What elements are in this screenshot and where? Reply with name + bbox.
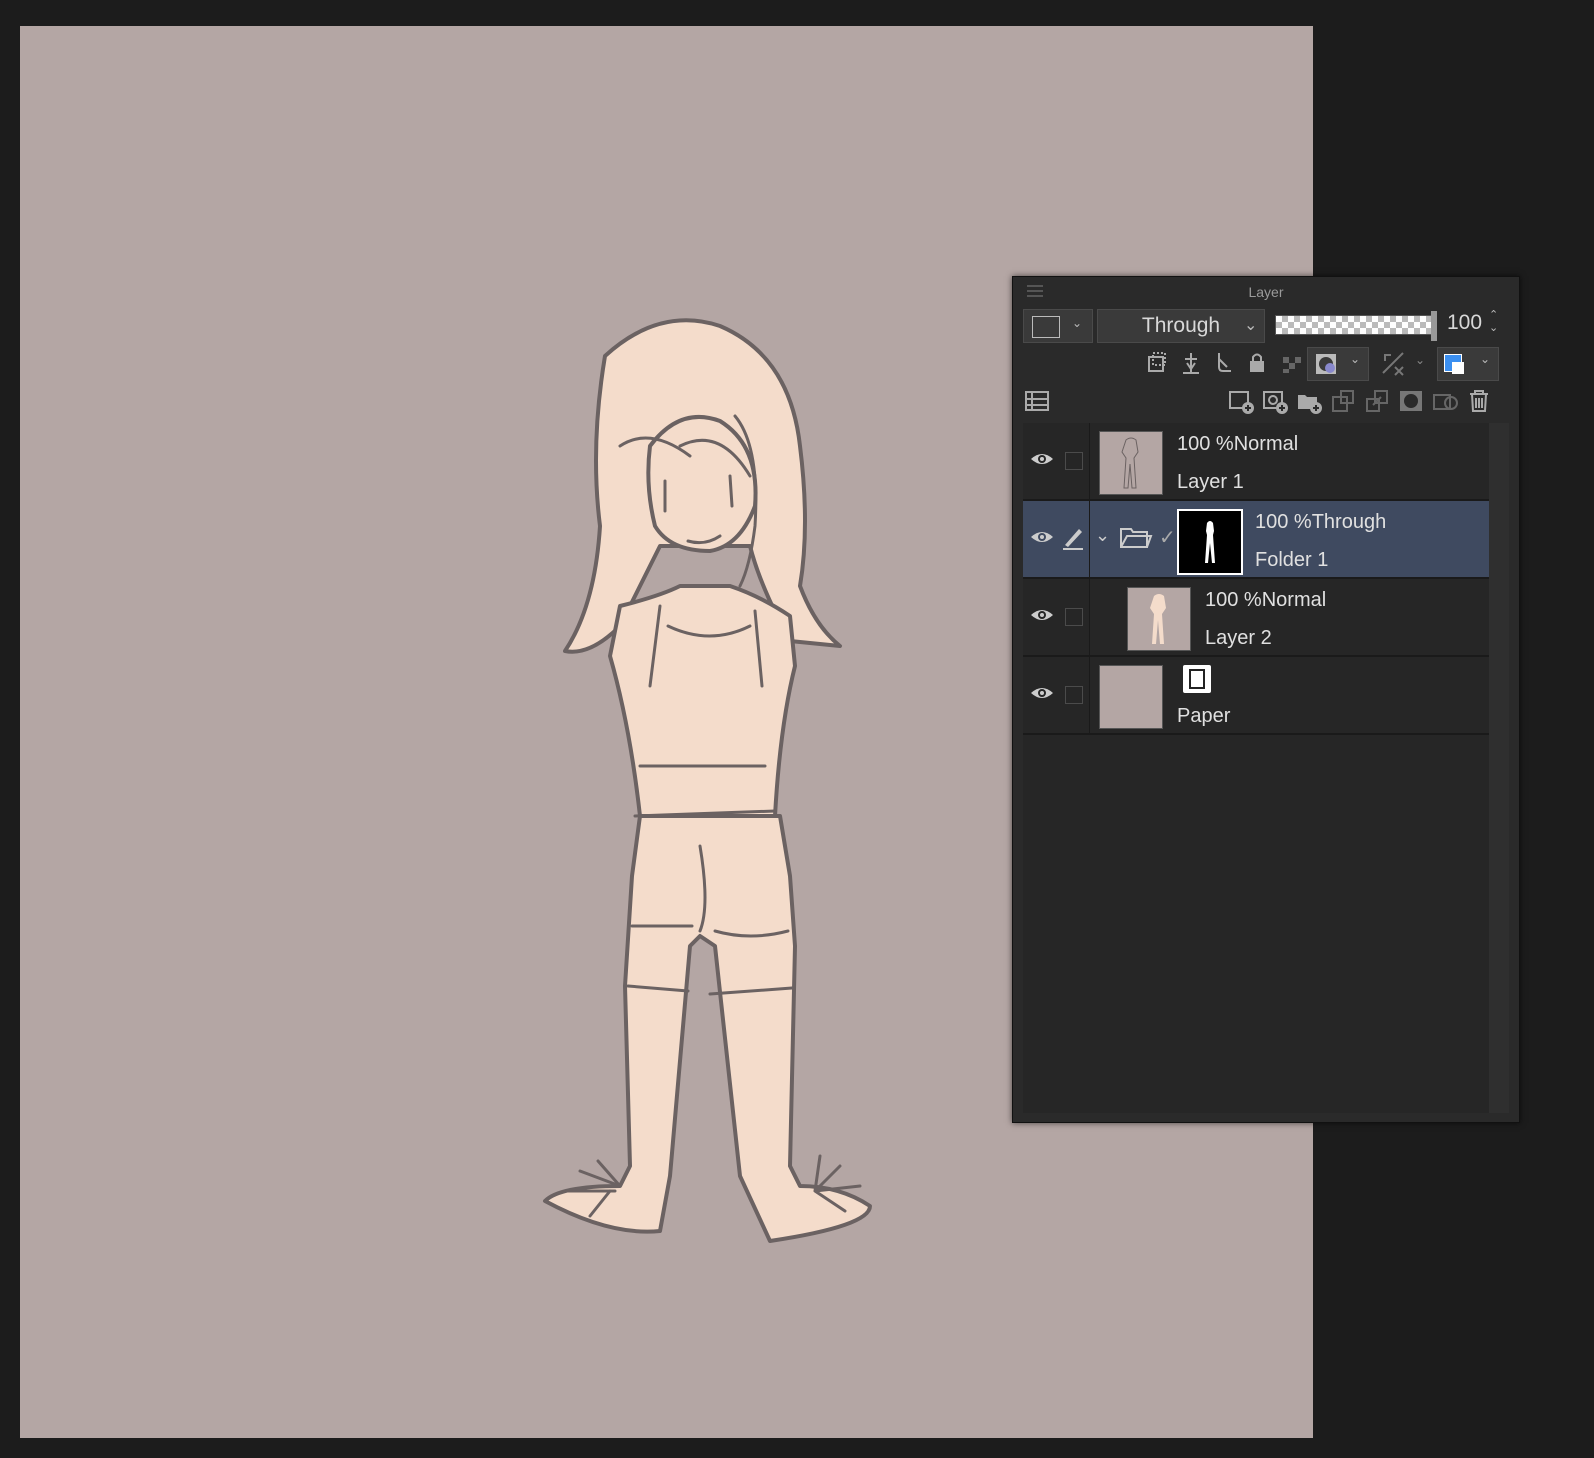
layer-name: Layer 1 xyxy=(1177,471,1244,493)
chevron-down-icon: ⌄ xyxy=(1480,352,1491,366)
opacity-slider[interactable] xyxy=(1275,315,1435,335)
layer-row-layer-1[interactable]: 100 %Normal Layer 1 xyxy=(1023,423,1491,501)
layer-lock-checkbox[interactable] xyxy=(1065,608,1083,626)
layer-thumbnail xyxy=(1127,587,1191,651)
eye-icon[interactable] xyxy=(1029,449,1055,469)
folder-mask-thumbnail[interactable] xyxy=(1177,509,1243,575)
layer-color-icon[interactable]: ⌄ xyxy=(1437,347,1499,381)
ruler-icon[interactable] xyxy=(1379,349,1407,377)
opacity-spinner[interactable]: ⌃ ⌄ xyxy=(1489,309,1498,335)
chevron-down-icon[interactable]: ⌄ xyxy=(1415,353,1425,367)
layer-thumbnail xyxy=(1099,431,1163,495)
lock-transparent-icon[interactable] xyxy=(1277,349,1305,377)
layer-lock-checkbox[interactable] xyxy=(1065,452,1083,470)
paper-icon xyxy=(1183,665,1211,693)
color-swatch-icon xyxy=(1032,316,1060,338)
new-raster-layer-icon[interactable] xyxy=(1227,387,1255,415)
lock-icon[interactable] xyxy=(1243,349,1271,377)
check-icon: ✓ xyxy=(1159,527,1176,549)
chevron-down-icon: ⌄ xyxy=(1350,352,1361,366)
delete-icon[interactable] xyxy=(1465,387,1493,415)
layer-mode-label: 100 %Through xyxy=(1255,511,1387,533)
layer-list: 100 %Normal Layer 1 ⌄ ✓ 100 %Through Fol… xyxy=(1023,423,1491,1113)
new-folder-icon[interactable] xyxy=(1295,387,1323,415)
clip-icon[interactable] xyxy=(1143,349,1171,377)
layer-list-scrollbar[interactable] xyxy=(1489,423,1509,1113)
layer-option-toolbar: ⌄ ⌄ ⌄ xyxy=(1023,345,1509,383)
layer-name: Layer 2 xyxy=(1205,627,1272,649)
layer-mode-label: 100 %Normal xyxy=(1205,589,1327,611)
opacity-slider-handle[interactable] xyxy=(1431,311,1437,341)
layer-name: Folder 1 xyxy=(1255,549,1329,571)
chevron-down-icon: ⌄ xyxy=(1244,317,1258,334)
eye-icon[interactable] xyxy=(1029,605,1055,625)
layer-row-layer-2[interactable]: 100 %Normal Layer 2 xyxy=(1023,579,1491,657)
new-vector-layer-icon[interactable] xyxy=(1261,387,1289,415)
opacity-value[interactable]: 100 xyxy=(1447,311,1482,335)
layer-thumbnail xyxy=(1099,665,1163,729)
chevron-down-icon[interactable]: ⌄ xyxy=(1095,525,1110,546)
layer-row-folder-1[interactable]: ⌄ ✓ 100 %Through Folder 1 xyxy=(1023,501,1491,579)
chevron-down-icon: ⌄ xyxy=(1072,316,1083,330)
eye-icon[interactable] xyxy=(1029,527,1055,547)
blend-mode-select[interactable]: Through ⌄ xyxy=(1097,309,1265,343)
draft-icon[interactable] xyxy=(1211,349,1239,377)
layer-color-dropdown[interactable]: ⌄ xyxy=(1023,309,1093,343)
layer-panel: Layer ⌄ Through ⌄ 100 ⌃ ⌄ ⌄ ⌄ ⌄ 100 %Nor… xyxy=(1012,276,1520,1123)
eye-icon[interactable] xyxy=(1029,683,1055,703)
layer-name: Paper xyxy=(1177,705,1231,727)
apply-mask-icon[interactable] xyxy=(1431,387,1459,415)
reference-icon[interactable] xyxy=(1177,349,1205,377)
panel-header: Layer xyxy=(1013,277,1519,305)
menu-icon[interactable] xyxy=(1027,285,1043,297)
transfer-down-icon[interactable] xyxy=(1329,387,1357,415)
layer-controls: ⌄ Through ⌄ 100 ⌃ ⌄ xyxy=(1023,309,1509,343)
layer-lock-checkbox[interactable] xyxy=(1065,686,1083,704)
pen-icon xyxy=(1059,523,1087,551)
layer-property-icon[interactable] xyxy=(1023,387,1051,415)
folder-open-icon xyxy=(1119,523,1153,551)
layer-action-toolbar xyxy=(1023,383,1509,423)
layer-row-paper[interactable]: Paper xyxy=(1023,657,1491,735)
blend-mode-value: Through xyxy=(1141,314,1221,337)
mask-icon[interactable]: ⌄ xyxy=(1307,347,1369,381)
create-mask-icon[interactable] xyxy=(1397,387,1425,415)
layer-mode-label: 100 %Normal xyxy=(1177,433,1299,455)
combine-down-icon[interactable] xyxy=(1363,387,1391,415)
panel-title: Layer xyxy=(1248,284,1284,300)
